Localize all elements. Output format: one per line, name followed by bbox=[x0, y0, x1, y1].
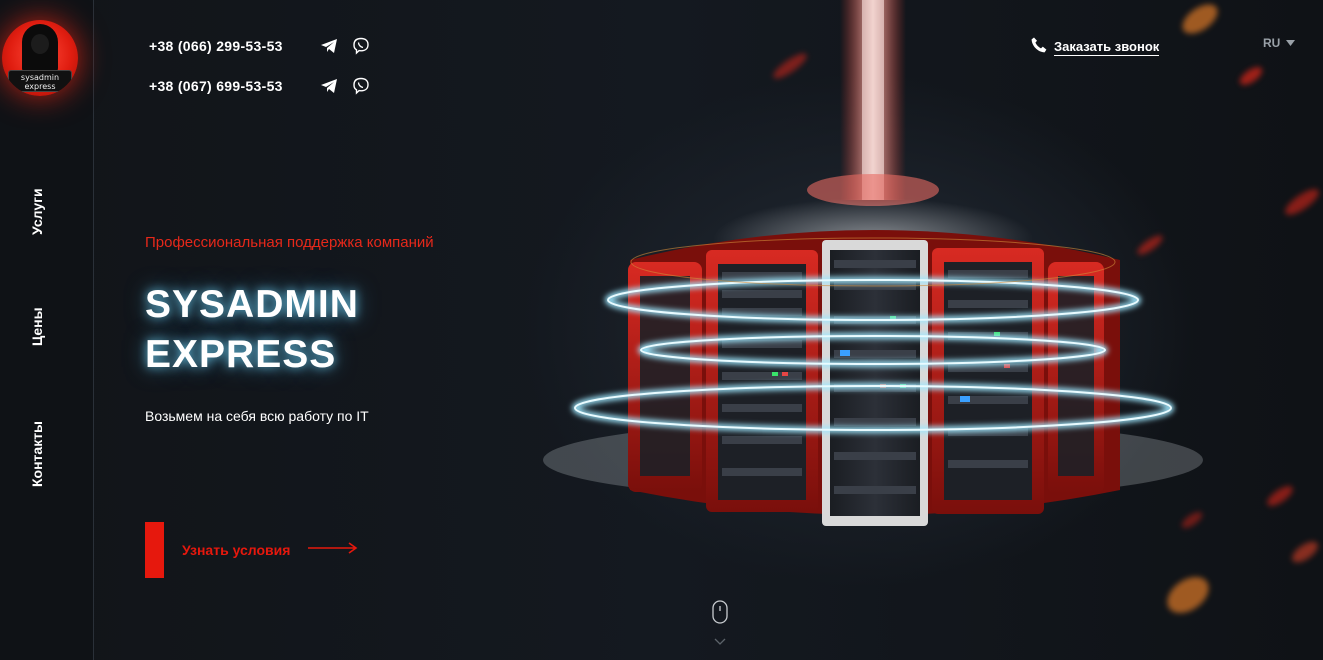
title-line1: SYSADMIN bbox=[145, 283, 359, 326]
hero-tagline: Профессиональная поддержка компаний bbox=[145, 234, 434, 251]
cta-accent-bar bbox=[145, 522, 164, 578]
logo-line1: sysadmin bbox=[20, 73, 60, 82]
decor-spark bbox=[1264, 482, 1296, 510]
face-shadow-icon bbox=[31, 34, 49, 54]
title-line2: EXPRESS bbox=[145, 333, 337, 376]
language-selector[interactable]: RU bbox=[1263, 36, 1296, 50]
decor-spark bbox=[1281, 184, 1323, 220]
decor-spark bbox=[1160, 569, 1216, 621]
logo-text: sysadmin express bbox=[8, 70, 72, 92]
hero-subtitle: Возьмем на себя всю работу по IT bbox=[145, 408, 369, 424]
nav-item-services[interactable]: Услуги bbox=[22, 182, 52, 242]
phone-row: +38 (066) 299-53-53 bbox=[149, 36, 383, 56]
language-label: RU bbox=[1263, 36, 1281, 50]
learn-conditions-button[interactable]: Узнать условия bbox=[145, 522, 358, 578]
telegram-icon[interactable] bbox=[319, 36, 339, 56]
mouse-icon bbox=[712, 600, 728, 645]
phone-number[interactable]: +38 (067) 699-53-53 bbox=[149, 78, 325, 94]
chevron-down-icon bbox=[1286, 36, 1296, 50]
landing-page: sysadmin express Услуги Цены Контакты +3… bbox=[0, 0, 1323, 660]
phone-icon bbox=[1030, 36, 1048, 59]
logo[interactable]: sysadmin express bbox=[2, 20, 78, 96]
telegram-icon[interactable] bbox=[319, 76, 339, 96]
nav-item-prices[interactable]: Цены bbox=[22, 302, 52, 352]
nav-item-label: Услуги bbox=[29, 188, 45, 236]
decor-spark bbox=[1288, 537, 1322, 567]
viber-icon[interactable] bbox=[351, 36, 371, 56]
page-title: SYSADMIN EXPRESS bbox=[145, 280, 359, 380]
viber-icon[interactable] bbox=[351, 76, 371, 96]
callback-label: Заказать звонок bbox=[1054, 39, 1160, 56]
scroll-down-hint[interactable] bbox=[711, 600, 731, 657]
sidebar: sysadmin express Услуги Цены Контакты bbox=[0, 0, 94, 660]
phone-number[interactable]: +38 (066) 299-53-53 bbox=[149, 38, 319, 54]
cta-label: Узнать условия bbox=[182, 542, 291, 558]
decor-spark bbox=[1236, 63, 1266, 89]
nav-item-contacts[interactable]: Контакты bbox=[22, 412, 52, 496]
phone-row: +38 (067) 699-53-53 bbox=[149, 76, 383, 96]
nav-item-label: Контакты bbox=[29, 421, 45, 488]
server-rack-illustration bbox=[543, 0, 1203, 526]
logo-line2: express bbox=[24, 82, 56, 91]
arrow-right-icon bbox=[308, 541, 358, 559]
nav-item-label: Цены bbox=[29, 307, 45, 347]
callback-link[interactable]: Заказать звонок bbox=[1030, 36, 1160, 59]
